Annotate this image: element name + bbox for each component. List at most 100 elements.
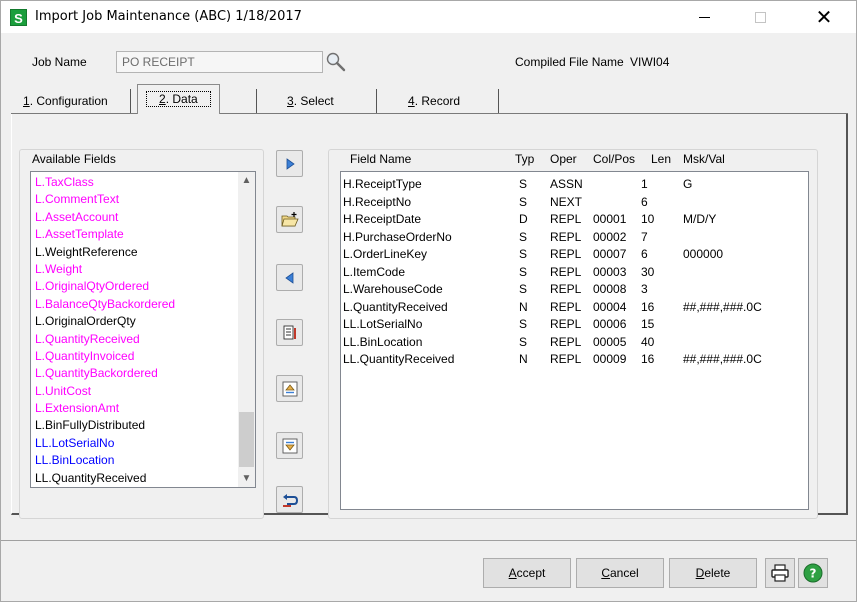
scroll-up-arrow-icon[interactable]: ▲ xyxy=(238,172,255,189)
col-header-msk: Msk/Val xyxy=(683,152,725,166)
available-fields-title: Available Fields xyxy=(29,152,119,166)
minimize-button[interactable] xyxy=(681,1,727,33)
available-field-item[interactable]: L.QuantityInvoiced xyxy=(31,348,239,365)
svg-text:?: ? xyxy=(810,567,817,581)
tab-record[interactable]: 4. Record xyxy=(400,87,468,114)
lookup-button[interactable] xyxy=(325,51,347,73)
job-name-field[interactable]: PO RECEIPT xyxy=(116,51,323,73)
tab-data-focus: 2. Data xyxy=(146,91,211,107)
tab-separator xyxy=(498,89,499,113)
field-table-row[interactable]: H.PurchaseOrderNo S REPL 00002 7 xyxy=(341,229,806,247)
field-cell-typ: S xyxy=(519,264,528,279)
move-up-button[interactable] xyxy=(276,375,303,402)
tab-separator xyxy=(376,89,377,113)
field-cell-colpos: 00003 xyxy=(593,264,627,279)
reset-fields-button[interactable] xyxy=(276,486,303,513)
field-cell-typ: N xyxy=(519,299,528,314)
field-table-row[interactable]: L.ItemCode S REPL 00003 30 xyxy=(341,264,806,282)
field-cell-name: H.PurchaseOrderNo xyxy=(343,229,452,244)
accept-button[interactable]: Accept xyxy=(483,558,571,588)
field-cell-oper: REPL xyxy=(550,352,582,366)
field-cell-name: LL.QuantityReceived xyxy=(343,352,455,366)
available-field-item[interactable]: LL.QuantityReceived xyxy=(31,470,239,487)
field-cell-typ: S xyxy=(519,317,528,331)
available-field-item[interactable]: L.WeightReference xyxy=(31,244,239,261)
scroll-thumb[interactable] xyxy=(239,412,254,467)
field-table-row[interactable]: L.WarehouseCode S REPL 00008 3 xyxy=(341,281,806,299)
remove-field-button[interactable] xyxy=(276,264,303,291)
field-cell-len: 1 xyxy=(641,177,648,191)
help-button[interactable]: ? xyxy=(798,558,828,588)
available-field-item[interactable]: L.BalanceQtyBackordered xyxy=(31,296,239,313)
arrow-right-icon xyxy=(286,157,295,170)
delete-button[interactable]: Delete xyxy=(669,558,757,588)
field-properties-button[interactable] xyxy=(276,319,303,346)
field-table-row[interactable]: H.ReceiptType S ASSN 1 G xyxy=(341,176,806,194)
insert-field-button[interactable] xyxy=(276,206,303,233)
field-cell-len: 16 xyxy=(641,299,655,314)
available-field-item[interactable]: L.AssetTemplate xyxy=(31,226,239,243)
available-field-item[interactable]: L.QuantityReceived xyxy=(31,331,239,348)
move-down-button[interactable] xyxy=(276,432,303,459)
field-table-row[interactable]: LL.QuantityReceived N REPL 00009 16 ##,###,##… xyxy=(341,351,806,369)
cancel-mnemonic: C xyxy=(601,566,610,580)
available-field-item[interactable]: L.QuantityBackordered xyxy=(31,365,239,382)
selected-fields-list[interactable]: H.ReceiptType S ASSN 1 G H.ReceiptNo S NEXT 6 H.R… xyxy=(340,171,809,510)
available-field-item[interactable]: L.OriginalOrderQty xyxy=(31,313,239,330)
available-field-item[interactable]: L.ExtensionAmt xyxy=(31,400,239,417)
open-folder-add-icon xyxy=(280,211,299,226)
field-cell-name: H.ReceiptType xyxy=(343,177,422,191)
available-field-item[interactable]: LL.BinLocation xyxy=(31,452,239,469)
close-button[interactable]: ✕ xyxy=(801,1,847,33)
available-fields-scrollbar[interactable]: ▲ ▼ xyxy=(238,172,255,487)
field-cell-oper: REPL xyxy=(550,247,582,261)
available-field-item[interactable]: L.Weight xyxy=(31,261,239,278)
delete-label: elete xyxy=(704,566,731,580)
field-table-row[interactable]: LL.BinLocation S REPL 00005 40 xyxy=(341,334,806,352)
compiled-file-value: VIWI04 xyxy=(630,55,670,69)
field-cell-oper: REPL xyxy=(550,212,582,226)
tab-separator xyxy=(256,89,257,113)
tab-data[interactable]: 2. Data xyxy=(137,84,220,114)
maximize-button[interactable] xyxy=(737,1,783,33)
field-table-row[interactable]: L.QuantityReceived N REPL 00004 16 ##,###,###… xyxy=(341,299,806,317)
available-field-item[interactable]: L.OriginalQtyOrdered xyxy=(31,278,239,295)
scroll-down-arrow-icon[interactable]: ▼ xyxy=(238,470,255,487)
field-cell-len: 10 xyxy=(641,212,655,226)
print-button[interactable] xyxy=(765,558,795,588)
tab-select-mnemonic: 3 xyxy=(287,94,294,108)
available-field-item[interactable]: L.CommentText xyxy=(31,191,239,208)
field-table-row[interactable]: L.OrderLineKey S REPL 00007 6 000000 xyxy=(341,246,806,264)
cancel-button[interactable]: Cancel xyxy=(576,558,664,588)
field-cell-colpos: 00005 xyxy=(593,334,627,349)
col-header-oper: Oper xyxy=(550,152,577,166)
tab-separator xyxy=(130,89,131,113)
field-cell-name: H.ReceiptNo xyxy=(343,194,412,209)
minimize-icon xyxy=(698,16,710,18)
app-icon: S xyxy=(10,9,27,26)
field-cell-oper: REPL xyxy=(550,229,582,244)
add-field-button[interactable] xyxy=(276,150,303,177)
field-cell-name: LL.BinLocation xyxy=(343,334,423,349)
tab-select[interactable]: 3. Select xyxy=(279,87,342,114)
available-fields-list[interactable]: L.TaxClass L.CommentText L.AssetAccount L.A… xyxy=(30,171,256,488)
available-field-item[interactable]: LL.LotSerialNo xyxy=(31,435,239,452)
available-field-item[interactable]: L.UnitCost xyxy=(31,383,239,400)
window-title: Import Job Maintenance (ABC) 1/18/2017 xyxy=(35,9,302,24)
field-cell-len: 6 xyxy=(641,194,648,209)
available-field-item[interactable]: L.TaxClass xyxy=(31,174,239,191)
magnifier-icon xyxy=(326,52,346,72)
field-table-row[interactable]: LL.LotSerialNo S REPL 00006 15 xyxy=(341,316,806,334)
field-table-row[interactable]: H.ReceiptDate D REPL 00001 10 M/D/Y xyxy=(341,211,806,229)
field-cell-oper: REPL xyxy=(550,317,582,331)
col-header-len: Len xyxy=(651,152,672,166)
tab-configuration-label: . Configuration xyxy=(29,94,108,108)
tab-configuration[interactable]: 1. Configuration xyxy=(15,87,116,114)
title-bar: S Import Job Maintenance (ABC) 1/18/2017… xyxy=(1,1,856,33)
field-cell-len: 6 xyxy=(641,247,648,261)
field-table-row[interactable]: H.ReceiptNo S NEXT 6 xyxy=(341,194,806,212)
footer-divider xyxy=(1,540,856,541)
available-field-item[interactable]: L.BinFullyDistributed xyxy=(31,417,239,434)
close-icon: ✕ xyxy=(815,5,833,29)
available-field-item[interactable]: L.AssetAccount xyxy=(31,209,239,226)
